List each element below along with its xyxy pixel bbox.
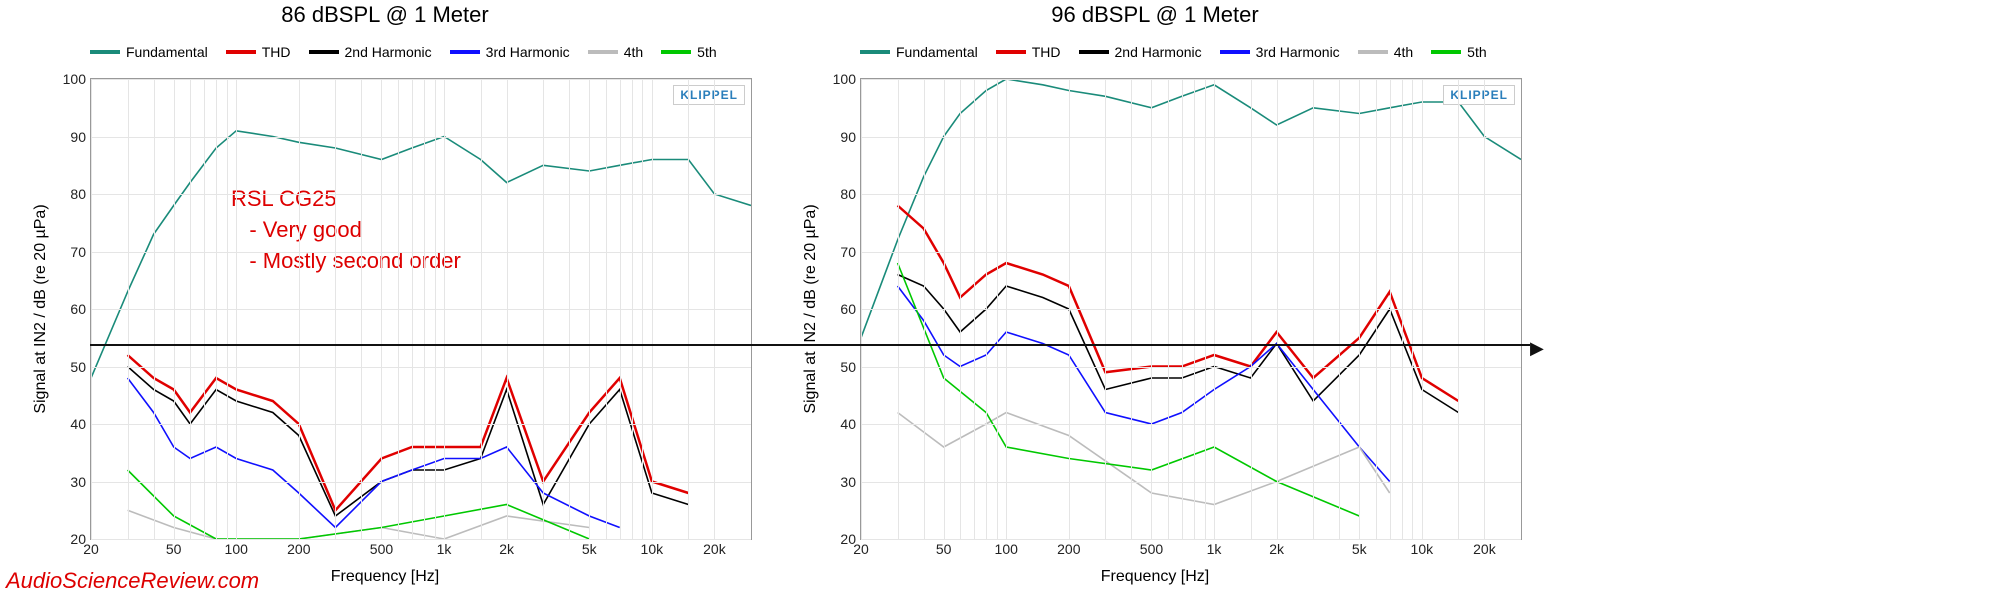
legend-item: 5th [1431,32,1486,72]
legend-item: 2nd Harmonic [1079,32,1202,72]
annotation-bullet: - Very good [249,217,362,242]
x-tick-label: 5k [582,541,597,557]
x-tick-label: 100 [225,541,248,557]
y-tick-label: 20 [806,531,856,547]
legend-swatch-icon [450,50,480,54]
legend-item: 3rd Harmonic [450,32,570,72]
x-tick-label: 1k [1207,541,1222,557]
legend-label: 2nd Harmonic [1115,44,1202,60]
footer-attribution: AudioScienceReview.com [6,568,259,594]
legend-label: 5th [697,44,716,60]
y-tick-label: 70 [36,244,86,260]
y-tick-label: 40 [806,416,856,432]
legend-label: Fundamental [896,44,978,60]
legend-label: 4th [1394,44,1413,60]
legend-swatch-icon [1220,50,1250,54]
legend-swatch-icon [1358,50,1388,54]
x-tick-label: 2k [1269,541,1284,557]
series-3rd-harmonic [128,378,620,528]
legend-swatch-icon [661,50,691,54]
legend-label: 2nd Harmonic [345,44,432,60]
y-tick-label: 30 [806,474,856,490]
annotation-title: RSL CG25 [231,186,337,211]
x-tick-label: 5k [1352,541,1367,557]
y-tick-label: 20 [36,531,86,547]
x-tick-label: 50 [936,541,952,557]
y-tick-label: 80 [806,186,856,202]
x-tick-label: 500 [1140,541,1163,557]
legend-label: 4th [624,44,643,60]
x-tick-label: 20 [853,541,869,557]
legend-item: 5th [661,32,716,72]
chart-86db: 86 dBSPL @ 1 Meter Fundamental THD 2nd Har… [20,0,750,586]
legend-item: 4th [588,32,643,72]
y-tick-label: 60 [36,301,86,317]
series-4th [128,510,590,539]
legend-swatch-icon [1431,50,1461,54]
y-tick-label: 70 [806,244,856,260]
series-thd [898,206,1459,402]
watermark: KLIPPEL [1443,85,1515,105]
x-tick-label: 2k [499,541,514,557]
legend-label: 3rd Harmonic [486,44,570,60]
x-tick-label: 10k [1411,541,1434,557]
legend-item: 2nd Harmonic [309,32,432,72]
y-tick-label: 80 [36,186,86,202]
y-tick-label: 90 [36,129,86,145]
legend-label: 5th [1467,44,1486,60]
x-axis-label: Frequency [Hz] [790,568,1520,586]
legend-item: 3rd Harmonic [1220,32,1340,72]
x-tick-label: 20k [1473,541,1496,557]
y-tick-label: 90 [806,129,856,145]
legend-label: THD [1032,44,1061,60]
legend-swatch-icon [309,50,339,54]
legend-item: THD [226,32,291,72]
legend-swatch-icon [588,50,618,54]
series-5th [898,263,1360,516]
series-3rd-harmonic [898,286,1390,482]
legend-label: 3rd Harmonic [1256,44,1340,60]
legend-label: THD [262,44,291,60]
x-tick-label: 10k [641,541,664,557]
series-thd [128,355,689,510]
series-4th [898,413,1390,505]
legend-swatch-icon [226,50,256,54]
legend-item: Fundamental [860,32,978,72]
series-2nd-harmonic [128,367,689,517]
plot-area: Signal at IN2 / dB (re 20 µPa) KLIPPEL R… [90,78,752,540]
x-tick-label: 500 [370,541,393,557]
x-tick-label: 50 [166,541,182,557]
legend-swatch-icon [1079,50,1109,54]
legend-item: Fundamental [90,32,208,72]
y-tick-label: 60 [806,301,856,317]
plot-area: Signal at IN2 / dB (re 20 µPa) KLIPPEL 2… [860,78,1522,540]
legend-swatch-icon [860,50,890,54]
reference-line-50db [90,344,1530,346]
legend-label: Fundamental [126,44,208,60]
legend: Fundamental THD 2nd Harmonic 3rd Harmonic 4t… [860,32,1520,72]
x-tick-label: 20k [703,541,726,557]
x-tick-label: 100 [995,541,1018,557]
x-tick-label: 1k [437,541,452,557]
reference-line-arrow-icon: ▶ [1530,338,1544,359]
x-tick-label: 200 [287,541,310,557]
legend-swatch-icon [996,50,1026,54]
legend-item: 4th [1358,32,1413,72]
chart-title: 86 dBSPL @ 1 Meter [20,2,750,28]
y-tick-label: 100 [36,71,86,87]
watermark: KLIPPEL [673,85,745,105]
chart-96db: 96 dBSPL @ 1 Meter Fundamental THD 2nd Har… [790,0,1520,586]
chart-title: 96 dBSPL @ 1 Meter [790,2,1520,28]
y-tick-label: 30 [36,474,86,490]
y-tick-label: 100 [806,71,856,87]
y-tick-label: 50 [806,359,856,375]
legend-item: THD [996,32,1061,72]
y-tick-label: 50 [36,359,86,375]
x-tick-label: 20 [83,541,99,557]
y-tick-label: 40 [36,416,86,432]
annotation-text: RSL CG25 - Very good - Mostly second ord… [231,184,461,276]
legend-swatch-icon [90,50,120,54]
legend: Fundamental THD 2nd Harmonic 3rd Harmonic 4t… [90,32,750,72]
x-tick-label: 200 [1057,541,1080,557]
